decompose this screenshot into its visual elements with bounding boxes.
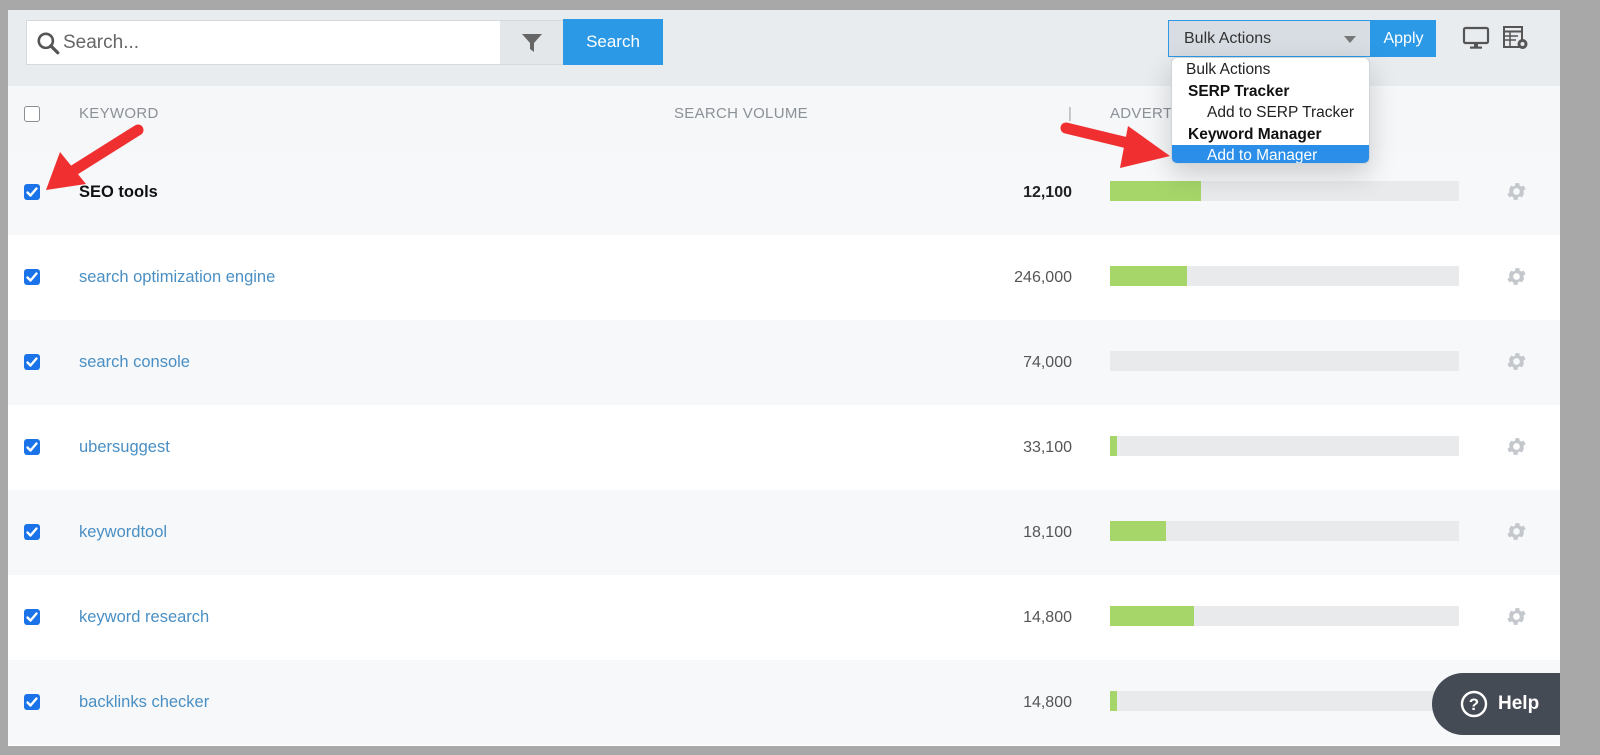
search-volume-value: 14,800 — [1023, 609, 1072, 626]
search-volume-value: 74,000 — [1023, 354, 1072, 371]
row-checkbox[interactable] — [24, 609, 40, 625]
column-header-keyword[interactable]: KEYWORD — [79, 105, 159, 122]
search-volume-value: 14,800 — [1023, 694, 1072, 711]
competition-bar-fill — [1110, 521, 1166, 541]
keyword-link[interactable]: SEO tools — [79, 183, 158, 202]
gear-icon[interactable] — [1505, 350, 1528, 373]
bulk-actions-selected-value: Bulk Actions — [1184, 29, 1272, 47]
row-checkbox[interactable] — [24, 184, 40, 200]
keyword-link[interactable]: search optimization engine — [79, 268, 275, 287]
dropdown-option-add-to-serp-tracker[interactable]: Add to SERP Tracker — [1172, 102, 1369, 124]
table-row: keyword research 14,800 — [8, 575, 1560, 660]
competition-bar-fill — [1110, 266, 1187, 286]
question-circle-icon: ? — [1460, 690, 1488, 718]
search-volume-value: 12,100 — [1023, 184, 1072, 201]
row-checkbox[interactable] — [24, 524, 40, 540]
row-checkbox[interactable] — [24, 354, 40, 370]
dropdown-option-bulk-actions[interactable]: Bulk Actions — [1172, 59, 1369, 81]
competition-bar — [1110, 606, 1459, 626]
table-row: search console 74,000 — [8, 320, 1560, 405]
row-checkbox[interactable] — [24, 694, 40, 710]
competition-bar-fill — [1110, 436, 1117, 456]
keyword-research-panel: Search Bulk Actions Apply Bulk Actions S… — [8, 10, 1560, 746]
search-volume-value: 246,000 — [1014, 269, 1072, 286]
competition-bar — [1110, 266, 1459, 286]
chevron-down-icon — [1344, 36, 1356, 43]
table-body: SEO tools 12,100 search optimization eng… — [8, 150, 1560, 745]
monitor-icon[interactable] — [1461, 24, 1491, 52]
gear-icon[interactable] — [1505, 605, 1528, 628]
help-label: Help — [1498, 693, 1540, 714]
search-button[interactable]: Search — [563, 19, 663, 65]
keyword-table: KEYWORD SEARCH VOLUME | ADVERTISER COMPE… — [8, 86, 1560, 745]
competition-bar — [1110, 691, 1459, 711]
keyword-link[interactable]: search console — [79, 353, 190, 372]
search-icon — [37, 31, 60, 54]
filter-icon — [521, 33, 542, 52]
help-button[interactable]: ? Help — [1432, 673, 1560, 735]
bulk-actions-dropdown: Bulk Actions SERP Tracker Add to SERP Tr… — [1171, 57, 1370, 164]
gear-icon[interactable] — [1505, 435, 1528, 458]
column-header-search-volume[interactable]: SEARCH VOLUME — [674, 105, 808, 122]
keyword-link[interactable]: ubersuggest — [79, 438, 170, 457]
keyword-link[interactable]: keyword research — [79, 608, 209, 627]
competition-bar-fill — [1110, 606, 1194, 626]
row-checkbox[interactable] — [24, 439, 40, 455]
row-checkbox[interactable] — [24, 269, 40, 285]
search-input[interactable] — [63, 31, 483, 54]
gear-icon[interactable] — [1505, 265, 1528, 288]
search-volume-value: 18,100 — [1023, 524, 1072, 541]
table-row: keywordtool 18,100 — [8, 490, 1560, 575]
filter-button[interactable] — [500, 20, 564, 65]
dropdown-option-add-to-manager[interactable]: Add to Manager — [1172, 145, 1369, 163]
gear-icon[interactable] — [1505, 180, 1528, 203]
column-divider: | — [1068, 105, 1073, 122]
table-row: backlinks checker 14,800 — [8, 660, 1560, 745]
keyword-link[interactable]: keywordtool — [79, 523, 167, 542]
table-settings-icon[interactable] — [1501, 24, 1531, 52]
svg-text:?: ? — [1469, 695, 1479, 714]
search-volume-value: 33,100 — [1023, 439, 1072, 456]
bulk-actions-select[interactable]: Bulk Actions — [1168, 20, 1371, 57]
competition-bar — [1110, 181, 1459, 201]
select-all-checkbox[interactable] — [24, 106, 40, 122]
search-box[interactable] — [26, 20, 501, 65]
table-row: ubersuggest 33,100 — [8, 405, 1560, 490]
table-row: search optimization engine 246,000 — [8, 235, 1560, 320]
competition-bar — [1110, 521, 1459, 541]
gear-icon[interactable] — [1505, 520, 1528, 543]
competition-bar-fill — [1110, 181, 1201, 201]
dropdown-group-serp-tracker: SERP Tracker — [1188, 82, 1290, 100]
competition-bar — [1110, 436, 1459, 456]
competition-bar-fill — [1110, 691, 1117, 711]
apply-button[interactable]: Apply — [1371, 20, 1436, 57]
competition-bar — [1110, 351, 1459, 371]
dropdown-group-keyword-manager: Keyword Manager — [1188, 125, 1322, 143]
keyword-link[interactable]: backlinks checker — [79, 693, 209, 712]
